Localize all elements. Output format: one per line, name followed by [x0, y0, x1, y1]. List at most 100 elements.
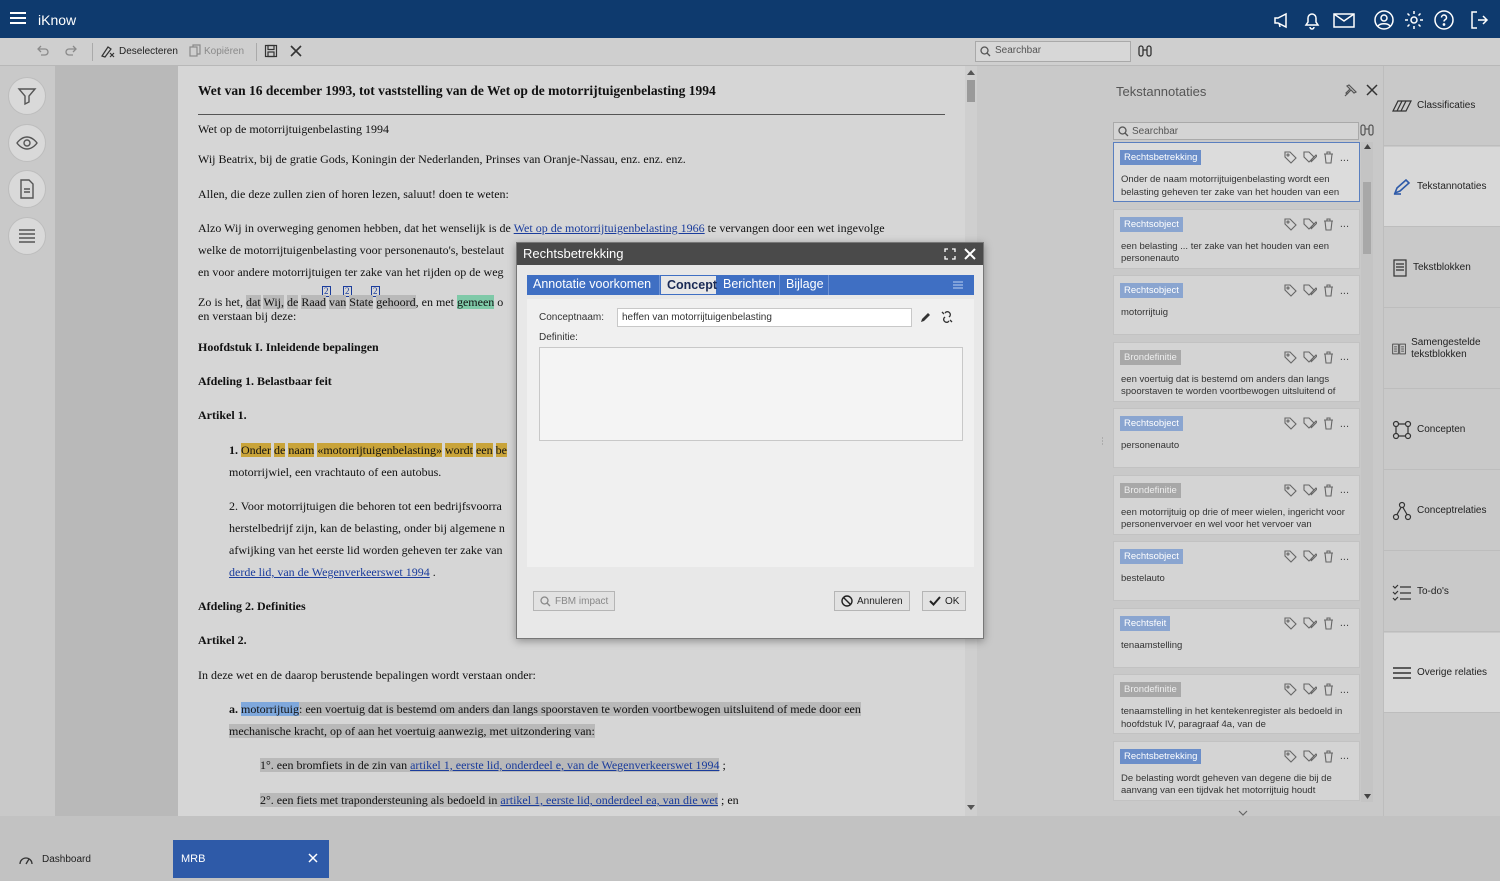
tab-concept[interactable]: Concept [660, 275, 717, 295]
edit-tag-icon[interactable] [1303, 483, 1317, 497]
law-link[interactable]: artikel 1, eerste lid, onderdeel e, van … [410, 758, 720, 772]
nav-tekstannotaties[interactable]: Tekstannotaties [1384, 147, 1500, 227]
trash-icon[interactable] [1323, 749, 1334, 763]
highlighted-word[interactable]: Raad [301, 295, 326, 309]
binoculars-icon[interactable] [1360, 124, 1374, 136]
trash-icon[interactable] [1323, 417, 1334, 430]
more-options[interactable]: ... [1340, 285, 1349, 296]
mail-icon[interactable] [1332, 9, 1355, 31]
edit-tag-icon[interactable] [1303, 616, 1317, 630]
save-button[interactable] [264, 44, 278, 58]
more-options[interactable]: ... [1340, 485, 1349, 496]
annotation-card[interactable]: Brondefinitie... tenaamstelling in het ke… [1113, 674, 1360, 734]
highlighted-word[interactable]: gehoord [376, 295, 416, 309]
annotation-card[interactable]: Brondefinitie... een voertuig dat is best… [1113, 341, 1360, 402]
tag-icon[interactable] [1284, 151, 1297, 164]
menu-icon[interactable] [10, 11, 26, 25]
more-options[interactable]: ... [1340, 751, 1349, 762]
maximize-icon[interactable] [944, 248, 956, 260]
list-button[interactable] [8, 217, 46, 255]
help-icon[interactable] [1433, 9, 1455, 31]
highlighted-word[interactable]: be [495, 443, 507, 457]
tabs-menu-icon[interactable] [953, 281, 963, 289]
annotation-card[interactable]: Rechtsobject... bestelauto [1113, 541, 1360, 601]
close-tab-icon[interactable] [308, 853, 318, 863]
fbm-impact-button[interactable]: FBM impact [533, 591, 616, 611]
tab-mrb[interactable]: MRB [173, 840, 329, 878]
nav-concepten[interactable]: Concepten [1384, 390, 1500, 470]
highlighted-text[interactable]: 1°. een bromfiets in de zin van [260, 758, 411, 772]
nav-tekstblokken[interactable]: Tekstblokken [1384, 228, 1500, 308]
law-link[interactable]: Wet op de motorrijtuigenbelasting 1966 [514, 221, 705, 235]
highlighted-text[interactable]: mechanische kracht, op of aan het voertu… [229, 724, 595, 738]
view-button[interactable] [8, 124, 46, 162]
deselect-button[interactable]: Deselecteren [100, 44, 178, 58]
binoculars-icon[interactable] [1137, 44, 1153, 58]
edit-tag-icon[interactable] [1303, 350, 1317, 364]
law-link[interactable]: artikel 1, eerste lid, onderdeel ea, van… [500, 793, 718, 807]
annotation-card[interactable]: Rechtsfeit... tenaamstelling [1113, 607, 1360, 668]
scroll-down-icon[interactable] [1364, 794, 1371, 799]
highlighted-text[interactable]: : een voertuig dat is bestemd om anders … [299, 702, 861, 716]
more-options[interactable]: ... [1340, 551, 1349, 562]
bell-icon[interactable] [1301, 9, 1323, 31]
edit-tag-icon[interactable] [1303, 284, 1317, 297]
nav-todos[interactable]: To-do's [1384, 552, 1500, 632]
tab-dashboard[interactable]: Dashboard [0, 840, 165, 878]
trash-icon[interactable] [1323, 217, 1334, 231]
highlighted-word[interactable]: State [349, 295, 374, 309]
more-options[interactable]: ... [1340, 352, 1349, 363]
tag-icon[interactable] [1284, 616, 1297, 630]
scroll-thumb[interactable] [967, 80, 975, 102]
highlighted-text[interactable]: 2°. een fiets met trapondersteuning als … [260, 793, 501, 807]
edit-tag-icon[interactable] [1303, 151, 1317, 164]
document-search-input[interactable]: Searchbar [975, 41, 1131, 62]
megaphone-icon[interactable] [1272, 9, 1294, 31]
logout-icon[interactable] [1468, 9, 1490, 31]
trash-icon[interactable] [1323, 350, 1334, 364]
annotations-search-input[interactable]: Searchbar [1113, 122, 1359, 140]
law-link[interactable]: derde lid, van de Wegenverkeerswet 1994 [229, 565, 430, 579]
undo-button[interactable] [35, 44, 49, 58]
document-button[interactable] [8, 170, 46, 208]
user-icon[interactable] [1373, 9, 1395, 31]
copy-button[interactable]: Kopiëren [189, 44, 244, 58]
highlighted-word[interactable]: de [286, 295, 299, 309]
gear-icon[interactable] [1403, 9, 1425, 31]
annotation-card[interactable]: Rechtsobject... personenauto [1113, 408, 1360, 468]
trash-icon[interactable] [1323, 483, 1334, 497]
filter-button[interactable] [8, 77, 46, 115]
annotation-card[interactable]: Rechtsobject... motorrijtuig [1113, 275, 1360, 335]
definition-textarea[interactable] [539, 347, 963, 441]
cancel-button[interactable]: Annuleren [834, 591, 910, 611]
close-panel-icon[interactable] [1366, 84, 1378, 96]
highlighted-word[interactable]: gemeen [456, 295, 495, 309]
more-options[interactable]: ... [1340, 219, 1349, 230]
trash-icon[interactable] [1323, 284, 1334, 297]
annotation-card[interactable]: Rechtsbetrekking... Onder de naam motorri… [1113, 142, 1360, 202]
tag-icon[interactable] [1284, 749, 1297, 763]
tag-icon[interactable] [1284, 350, 1297, 364]
concept-name-field[interactable]: heffen van motorrijtuigenbelasting [617, 308, 912, 327]
edit-tag-icon[interactable] [1303, 683, 1317, 696]
annotation-card[interactable]: Rechtsbetrekking... De belasting wordt ge… [1113, 740, 1360, 801]
tag-icon[interactable] [1284, 284, 1297, 297]
trash-icon[interactable] [1323, 616, 1334, 630]
tag-icon[interactable] [1284, 217, 1297, 231]
unlink-icon[interactable] [940, 310, 954, 324]
scroll-thumb[interactable] [1363, 182, 1371, 254]
tab-berichten[interactable]: Berichten [717, 275, 780, 295]
edit-tag-icon[interactable] [1303, 217, 1317, 231]
scroll-down-icon[interactable] [967, 805, 975, 811]
edit-tag-icon[interactable] [1303, 417, 1317, 430]
tab-annotatie-voorkomen[interactable]: Annotatie voorkomen [527, 275, 660, 295]
highlighted-term[interactable]: motorrijtuig [241, 702, 299, 716]
more-options[interactable]: ... [1340, 152, 1349, 163]
edit-tag-icon[interactable] [1303, 550, 1317, 563]
more-options[interactable]: ... [1340, 418, 1349, 429]
trash-icon[interactable] [1323, 151, 1334, 164]
ok-button[interactable]: OK [922, 591, 967, 611]
highlighted-word[interactable]: de [274, 443, 286, 457]
annotation-card[interactable]: Rechtsobject... een belasting ... ter zak… [1113, 208, 1360, 269]
highlighted-word[interactable]: naam [288, 443, 315, 457]
